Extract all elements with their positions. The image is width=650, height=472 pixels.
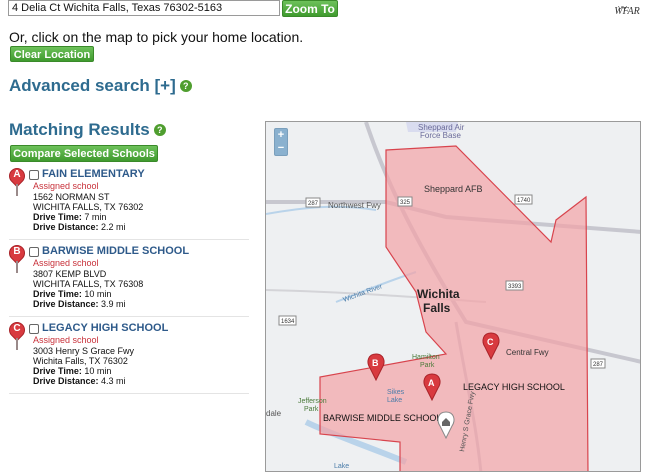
pin-letter: C <box>13 323 21 334</box>
advanced-search-label[interactable]: Advanced search [+] <box>9 76 176 95</box>
svg-text:A: A <box>428 378 435 388</box>
result-item: B BARWISE MIDDLE SCHOOL Assigned school … <box>5 241 249 317</box>
svg-text:1740: 1740 <box>517 198 531 204</box>
help-icon[interactable]: ? <box>153 124 166 136</box>
svg-text:325: 325 <box>400 200 411 206</box>
map-label: LEGACY HIGH SCHOOL <box>463 382 565 392</box>
address-search-input[interactable] <box>8 0 280 16</box>
assigned-status: Assigned school <box>33 181 99 191</box>
school-name-link[interactable]: FAIN ELEMENTARY <box>42 168 145 180</box>
drive-distance: Drive Distance: 3.9 mi <box>33 299 126 309</box>
map-label: Park <box>304 406 319 413</box>
address-line-2: Wichita Falls, TX 76302 <box>33 356 128 366</box>
drive-time: Drive Time: 7 min <box>33 212 107 222</box>
map-label: Wichita <box>417 287 460 301</box>
drive-time: Drive Time: 10 min <box>33 366 112 376</box>
address-line-2: WICHITA FALLS, TX 76308 <box>33 279 144 289</box>
compare-checkbox[interactable] <box>29 170 39 180</box>
map-label: Northwest Fwy <box>328 201 381 210</box>
map-label: Hamilton <box>412 354 440 361</box>
compare-checkbox[interactable] <box>29 324 39 334</box>
map-label: Park <box>420 362 435 369</box>
map-label: Lake <box>387 397 402 404</box>
highway-shield: 287 <box>305 197 321 208</box>
drive-distance: Drive Distance: 2.2 mi <box>33 222 126 232</box>
map-label: Lake <box>334 463 349 470</box>
address-line-2: WICHITA FALLS, TX 76302 <box>33 202 144 212</box>
wfar-logo: 〰 WFAR <box>610 3 644 21</box>
svg-text:3393: 3393 <box>508 284 522 290</box>
assigned-status: Assigned school <box>33 335 99 345</box>
bird-icon: 〰 <box>618 3 628 13</box>
school-name-link[interactable]: LEGACY HIGH SCHOOL <box>42 322 168 334</box>
map-label: Sheppard AFB <box>424 184 483 194</box>
result-item: A FAIN ELEMENTARY Assigned school 1562 N… <box>5 164 249 240</box>
svg-text:287: 287 <box>593 362 604 368</box>
highway-shield: 325 <box>397 196 413 207</box>
map-instruction: Or, click on the map to pick your home l… <box>9 29 304 45</box>
pin-letter: B <box>13 246 21 257</box>
result-item: C LEGACY HIGH SCHOOL Assigned school 300… <box>5 318 249 394</box>
zoom-out-button[interactable]: − <box>275 142 287 155</box>
svg-text:C: C <box>487 337 494 347</box>
assigned-status: Assigned school <box>33 258 99 268</box>
help-icon[interactable]: ? <box>179 80 192 92</box>
svg-text:B: B <box>372 358 379 368</box>
map-label: Jefferson <box>298 398 327 405</box>
map-canvas[interactable]: Sheppard Air Force Base Sheppard AFB Nor… <box>266 122 641 472</box>
pin-tail <box>16 261 18 273</box>
drive-time: Drive Time: 10 min <box>33 289 112 299</box>
svg-text:287: 287 <box>308 201 319 207</box>
compare-schools-button[interactable]: Compare Selected Schools <box>10 145 158 162</box>
advanced-search-toggle[interactable]: Advanced search [+]? <box>9 76 192 96</box>
school-name-link[interactable]: BARWISE MIDDLE SCHOOL <box>42 245 189 257</box>
results-title-text: Matching Results <box>9 120 150 139</box>
highway-shield: 1740 <box>514 194 533 205</box>
zoom-in-button[interactable]: + <box>275 129 287 142</box>
address-line-1: 1562 NORMAN ST <box>33 192 110 202</box>
map-label: Falls <box>423 301 451 315</box>
map-label: Sikes <box>387 389 405 396</box>
pin-tail <box>16 338 18 350</box>
map-label: Central Fwy <box>506 348 549 357</box>
svg-text:1634: 1634 <box>281 319 295 325</box>
map-zoom-control: + − <box>274 128 288 156</box>
matching-results-heading: Matching Results? <box>9 120 166 140</box>
highway-shield: 3393 <box>505 280 524 291</box>
clear-location-button[interactable]: Clear Location <box>10 46 94 62</box>
school-zone-map[interactable]: Sheppard Air Force Base Sheppard AFB Nor… <box>265 121 641 472</box>
pin-tail <box>16 184 18 196</box>
zoom-to-button[interactable]: Zoom To <box>282 0 338 17</box>
map-label: dale <box>266 409 282 418</box>
pin-letter: A <box>13 169 21 180</box>
drive-distance: Drive Distance: 4.3 mi <box>33 376 126 386</box>
address-line-1: 3807 KEMP BLVD <box>33 269 107 279</box>
map-label: Force Base <box>420 131 461 140</box>
address-line-1: 3003 Henry S Grace Fwy <box>33 346 135 356</box>
compare-checkbox[interactable] <box>29 247 39 257</box>
highway-shield: 1634 <box>278 315 297 326</box>
map-label: BARWISE MIDDLE SCHOOL <box>323 413 441 423</box>
highway-shield: 287 <box>590 358 606 369</box>
